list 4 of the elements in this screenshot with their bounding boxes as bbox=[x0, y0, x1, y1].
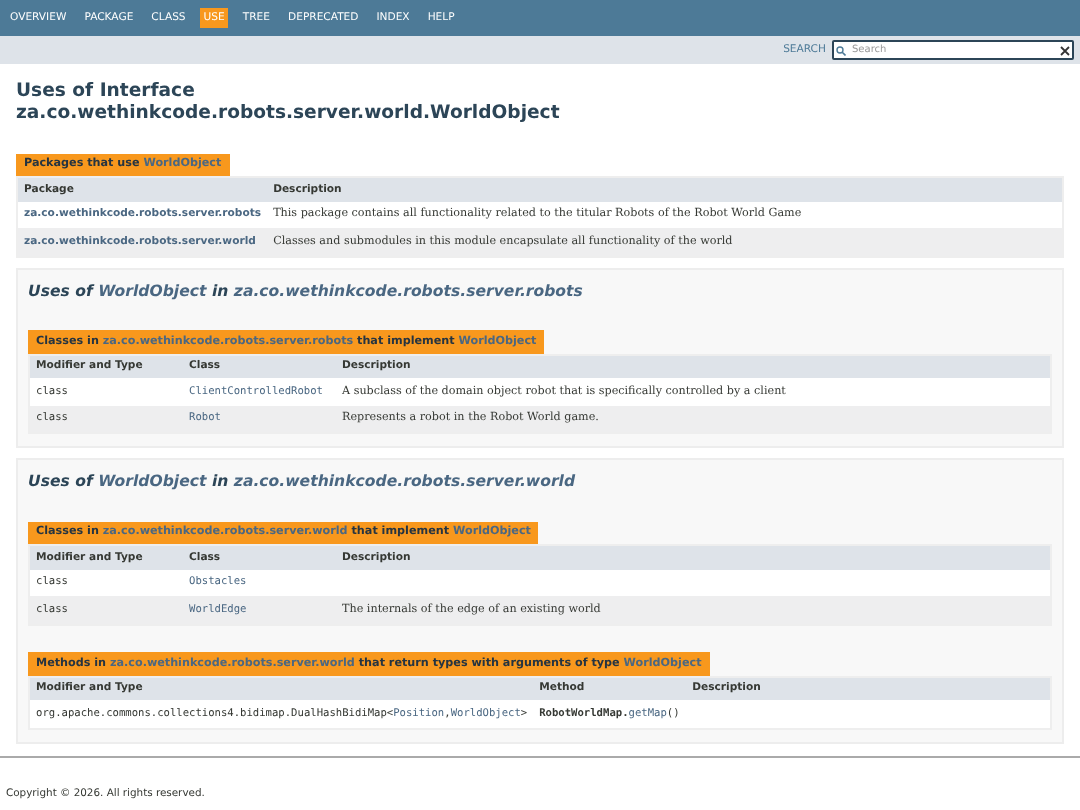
page-title: Uses of Interface bbox=[16, 82, 197, 104]
close-icon[interactable] bbox=[1060, 45, 1070, 55]
page-title: za.co.wethinkcode.robots.server.world.WorldObject bbox=[16, 103, 562, 125]
search-icon bbox=[836, 45, 846, 55]
